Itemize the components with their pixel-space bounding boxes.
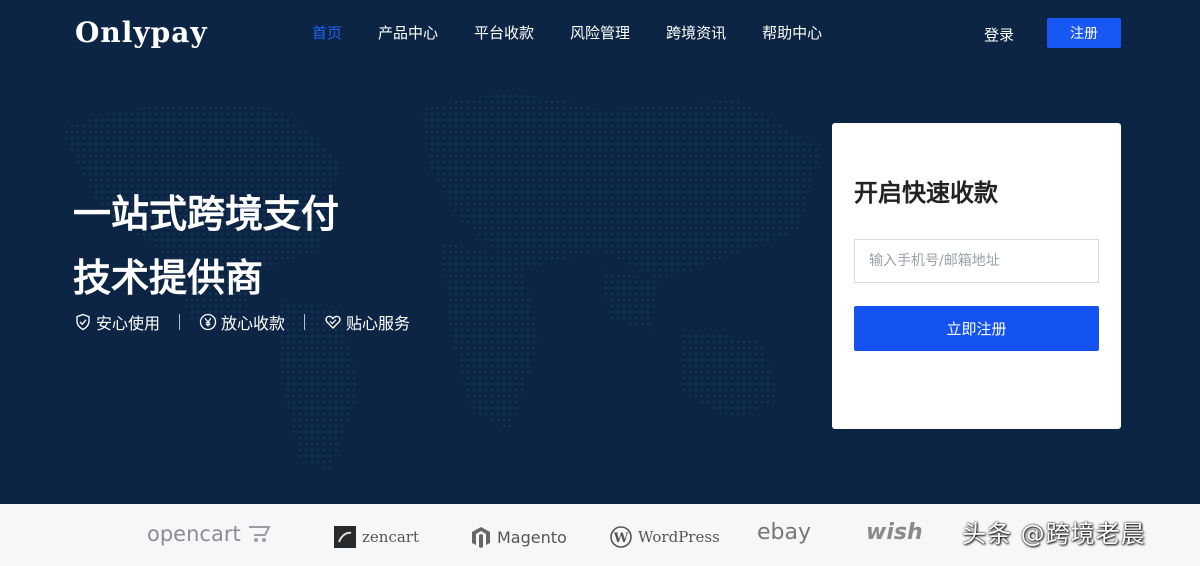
- heart-icon: [325, 315, 341, 329]
- main-nav: 首页 产品中心 平台收款 风险管理 跨境资讯 帮助中心: [312, 22, 858, 43]
- shield-check-icon: [76, 313, 90, 331]
- opencart-logo: opencart: [147, 522, 273, 546]
- magento-label: Magento: [497, 527, 567, 547]
- hero-section: Onlypay 首页 产品中心 平台收款 风险管理 跨境资讯 帮助中心 登录 注…: [0, 0, 1200, 504]
- nav-item-products[interactable]: 产品中心: [378, 22, 438, 43]
- nav-item-news[interactable]: 跨境资讯: [666, 22, 726, 43]
- wish-label: wish: [866, 520, 923, 545]
- nav-item-help[interactable]: 帮助中心: [762, 22, 822, 43]
- signup-submit-button[interactable]: 立即注册: [854, 306, 1099, 351]
- feature-divider: [304, 314, 306, 330]
- wordpress-label: WordPress: [638, 528, 720, 546]
- zencart-logo: zencart: [334, 526, 419, 548]
- login-link[interactable]: 登录: [984, 24, 1014, 45]
- headline-line-1: 一站式跨境支付: [73, 192, 340, 236]
- signup-card: 开启快速收款 立即注册: [832, 123, 1121, 429]
- svg-text:W: W: [613, 531, 629, 546]
- ebay-label: ebay: [757, 520, 812, 545]
- feature-safe: 安心使用: [74, 310, 160, 334]
- zencart-label: zencart: [362, 528, 419, 546]
- cart-icon: [248, 526, 271, 542]
- headline-line-2: 技术提供商: [73, 256, 264, 300]
- feature-collection-label: 放心收款: [221, 314, 286, 333]
- magento-icon: [472, 527, 490, 548]
- opencart-label: opencart: [147, 522, 241, 546]
- ebay-logo: ebay: [757, 520, 811, 545]
- zencart-icon: [334, 526, 356, 548]
- nav-item-risk-management[interactable]: 风险管理: [570, 22, 630, 43]
- magento-logo: Magento: [471, 526, 567, 548]
- brand-logo[interactable]: Onlypay: [75, 16, 208, 49]
- watermark-text: 头条 @跨境老晨: [962, 520, 1146, 548]
- hero-headline: 一站式跨境支付 技术提供商: [73, 182, 339, 310]
- nav-item-home[interactable]: 首页: [312, 22, 342, 43]
- feature-divider: [179, 314, 181, 330]
- feature-service: 贴心服务: [324, 310, 410, 334]
- wordpress-icon: W: [610, 526, 632, 548]
- yen-icon: [199, 313, 217, 331]
- nav-item-platform-collection[interactable]: 平台收款: [474, 22, 534, 43]
- feature-collection: 放心收款: [199, 310, 285, 334]
- feature-safe-label: 安心使用: [96, 314, 161, 333]
- feature-list: 安心使用 放心收款 贴心服务: [74, 310, 410, 334]
- signup-title: 开启快速收款: [854, 179, 998, 207]
- register-button[interactable]: 注册: [1047, 18, 1121, 48]
- wordpress-logo: W WordPress: [610, 526, 720, 548]
- wish-logo: wish: [866, 520, 923, 545]
- feature-service-label: 贴心服务: [346, 314, 411, 333]
- phone-email-input[interactable]: [854, 239, 1099, 283]
- top-navbar: Onlypay 首页 产品中心 平台收款 风险管理 跨境资讯 帮助中心 登录 注…: [0, 0, 1200, 66]
